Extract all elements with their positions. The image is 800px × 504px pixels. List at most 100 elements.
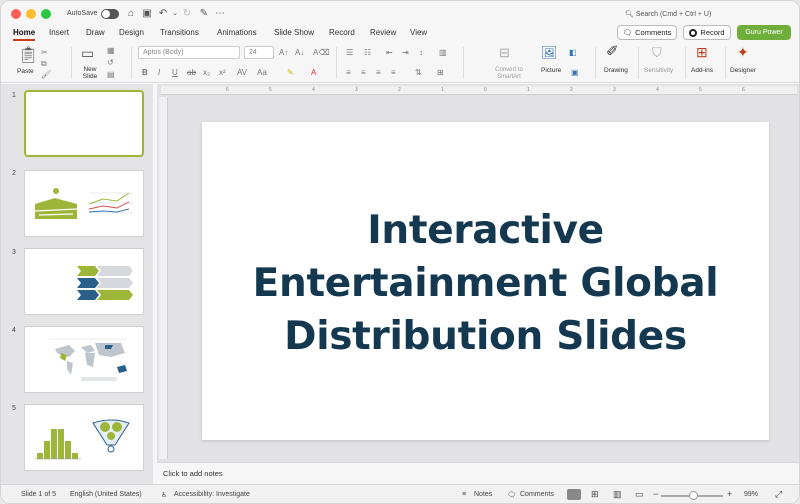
redo-icon[interactable]: ↻ bbox=[181, 8, 193, 20]
tab-design[interactable]: Design bbox=[119, 28, 144, 37]
align-left-icon[interactable]: ≡ bbox=[346, 68, 351, 78]
font-size-select[interactable]: 24 bbox=[244, 46, 274, 59]
thumbnail-slide-3[interactable] bbox=[24, 248, 144, 315]
section-icon[interactable]: ▤ bbox=[107, 70, 115, 80]
picture-icon[interactable]: 🖼︎ bbox=[541, 46, 558, 59]
copy-icon[interactable]: ⧉ bbox=[41, 59, 47, 69]
more-icon[interactable]: ⋯ bbox=[214, 8, 226, 20]
slideshow-view-icon[interactable]: ▭ bbox=[635, 489, 644, 500]
align-text-icon[interactable]: ⊞ bbox=[437, 68, 444, 78]
tab-review[interactable]: Review bbox=[370, 28, 396, 37]
minimize-window-button[interactable] bbox=[26, 9, 36, 19]
new-slide-icon[interactable]: ▭ bbox=[81, 46, 94, 60]
language-status[interactable]: English (United States) bbox=[70, 491, 142, 498]
format-painter-icon[interactable]: ✎ bbox=[198, 8, 210, 20]
font-color-icon[interactable]: A bbox=[311, 68, 316, 78]
thumbnail-slide-4[interactable] bbox=[24, 326, 144, 393]
decrease-indent-icon[interactable]: ⇤ bbox=[386, 48, 393, 58]
thumbnail-slide-2[interactable] bbox=[24, 170, 144, 237]
convert-smartart-label[interactable]: Convert to SmartArt bbox=[489, 67, 529, 81]
tab-draw[interactable]: Draw bbox=[86, 28, 105, 37]
reset-icon[interactable]: ↺ bbox=[107, 58, 114, 68]
close-window-button[interactable] bbox=[11, 9, 21, 19]
accessibility-status[interactable]: Accessibility: Investigate bbox=[174, 491, 250, 498]
autosave-toggle[interactable] bbox=[101, 9, 119, 19]
sensitivity-icon[interactable]: ⛉ bbox=[652, 46, 662, 59]
paste-label[interactable]: Paste bbox=[17, 68, 34, 75]
guru-power-button[interactable]: Guru Power bbox=[737, 25, 791, 40]
current-slide[interactable]: Interactive Entertainment Global Distrib… bbox=[202, 122, 769, 440]
drawing-icon[interactable]: ✐ bbox=[606, 44, 619, 59]
columns-icon[interactable]: ▥ bbox=[439, 48, 447, 58]
italic-icon[interactable]: I bbox=[158, 68, 160, 78]
bold-icon[interactable]: B bbox=[142, 68, 148, 78]
save-icon[interactable]: ▣ bbox=[141, 8, 153, 20]
tab-insert[interactable]: Insert bbox=[49, 28, 69, 37]
designer-icon[interactable]: ✦ bbox=[737, 45, 749, 59]
undo-dropdown-icon[interactable]: ⌄ bbox=[169, 8, 181, 20]
home-icon[interactable]: ⌂ bbox=[125, 8, 137, 20]
comments-button[interactable]: 🗨︎ Comments bbox=[617, 25, 677, 40]
designer-label[interactable]: Designer bbox=[730, 67, 756, 74]
text-direction-icon[interactable]: ⇅ bbox=[415, 68, 422, 78]
zoom-slider-handle[interactable] bbox=[689, 491, 698, 500]
search-field[interactable]: 🔍︎ Search (Cmd + Ctrl + U) bbox=[625, 10, 711, 18]
align-center-icon[interactable]: ≡ bbox=[361, 68, 366, 78]
decrease-font-icon[interactable]: A↓ bbox=[295, 48, 304, 58]
line-spacing-icon[interactable]: ↕ bbox=[419, 48, 423, 58]
increase-font-icon[interactable]: A↑ bbox=[279, 48, 288, 58]
fit-to-window-icon[interactable]: ⤢ bbox=[775, 489, 782, 500]
notes-placeholder[interactable]: Click to add notes bbox=[163, 469, 223, 478]
record-button[interactable]: Record bbox=[683, 25, 731, 40]
underline-icon[interactable]: U bbox=[172, 68, 178, 78]
notes-toggle[interactable]: Notes bbox=[474, 491, 492, 498]
slide-title[interactable]: Interactive Entertainment Global Distrib… bbox=[242, 204, 729, 363]
justify-icon[interactable]: ≡ bbox=[391, 68, 396, 78]
thumbnail-slide-1[interactable] bbox=[24, 90, 144, 157]
comments-status-icon[interactable]: 🗨︎ bbox=[507, 491, 516, 499]
zoom-window-button[interactable] bbox=[41, 9, 51, 19]
zoom-in-icon[interactable]: + bbox=[727, 489, 732, 499]
picture-label[interactable]: Picture bbox=[541, 67, 561, 74]
comments-toggle[interactable]: Comments bbox=[520, 491, 554, 498]
bullets-icon[interactable]: ☰ bbox=[346, 48, 353, 58]
superscript-icon[interactable]: x² bbox=[219, 68, 226, 78]
tab-record[interactable]: Record bbox=[329, 28, 355, 37]
smartart-icon[interactable]: ⊟ bbox=[499, 46, 510, 59]
undo-icon[interactable]: ↶ bbox=[157, 8, 169, 20]
strikethrough-icon[interactable]: ab bbox=[187, 68, 196, 78]
new-slide-label[interactable]: New Slide bbox=[78, 66, 102, 80]
clear-formatting-icon[interactable]: A⌫ bbox=[313, 48, 330, 58]
tab-transitions[interactable]: Transitions bbox=[160, 28, 199, 37]
notes-icon[interactable]: ≡ bbox=[462, 491, 466, 498]
notes-pane[interactable]: Click to add notes bbox=[157, 462, 799, 484]
increase-indent-icon[interactable]: ⇥ bbox=[402, 48, 409, 58]
thumbnail-slide-5[interactable] bbox=[24, 404, 144, 471]
numbering-icon[interactable]: ☷ bbox=[364, 48, 371, 58]
cut-icon[interactable]: ✂ bbox=[41, 48, 48, 58]
accessibility-icon[interactable]: ♿︎ bbox=[161, 491, 167, 499]
layout-icon[interactable]: ▦ bbox=[107, 46, 115, 56]
tab-home[interactable]: Home bbox=[13, 28, 36, 41]
add-ins-icon[interactable]: ⊞ bbox=[696, 45, 708, 59]
zoom-out-icon[interactable]: − bbox=[653, 489, 658, 499]
drawing-label[interactable]: Drawing bbox=[604, 67, 628, 74]
normal-view-icon[interactable] bbox=[567, 489, 581, 500]
align-right-icon[interactable]: ≡ bbox=[376, 68, 381, 78]
zoom-level[interactable]: 99% bbox=[744, 491, 758, 498]
shapes-icon[interactable]: ◧ bbox=[569, 48, 577, 58]
character-spacing-icon[interactable]: AV bbox=[237, 68, 247, 78]
slide-sorter-icon[interactable]: ⊞ bbox=[591, 489, 599, 500]
subscript-icon[interactable]: x₂ bbox=[203, 68, 210, 78]
highlight-icon[interactable]: ✎ bbox=[287, 68, 294, 78]
reading-view-icon[interactable]: ▥ bbox=[613, 489, 622, 500]
sensitivity-label[interactable]: Sensitivity bbox=[644, 67, 673, 74]
change-case-icon[interactable]: Aa bbox=[257, 68, 267, 78]
add-ins-label[interactable]: Add-ins bbox=[691, 67, 713, 74]
tab-slide-show[interactable]: Slide Show bbox=[274, 28, 314, 37]
tab-animations[interactable]: Animations bbox=[217, 28, 257, 37]
paste-icon[interactable]: 📋︎ bbox=[18, 47, 38, 65]
tab-view[interactable]: View bbox=[410, 28, 427, 37]
font-name-select[interactable]: Aptos (Body) bbox=[138, 46, 240, 59]
textbox-icon[interactable]: ▣ bbox=[571, 68, 579, 78]
